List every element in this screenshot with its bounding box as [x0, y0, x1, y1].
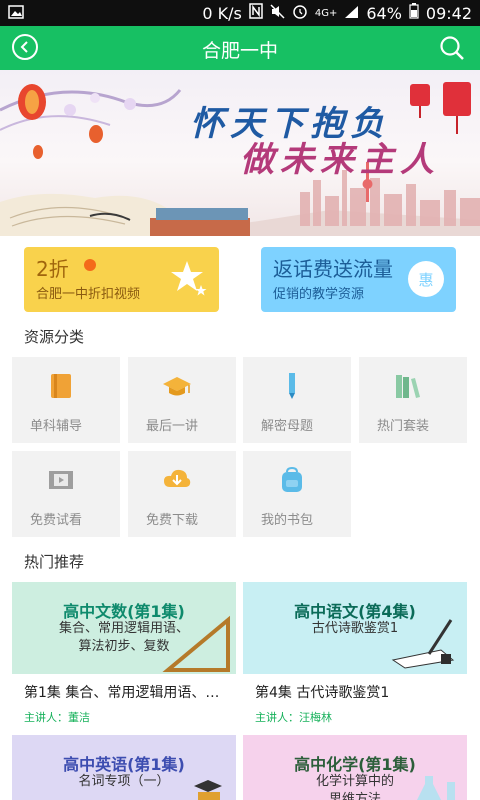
category-my-bag[interactable]: 我的书包	[243, 451, 351, 537]
battery-icon	[409, 3, 419, 23]
promo-traffic-subtitle: 促销的教学资源	[273, 287, 365, 302]
banner-slogan-line2: 做未来主人	[240, 140, 440, 180]
hot-heading: 热门推荐	[24, 553, 85, 571]
category-last-lecture[interactable]: 最后一讲	[128, 357, 236, 443]
signal-icon	[344, 4, 359, 23]
course-thumbnail-math[interactable]: 高中文数(第1集) 集合、常用逻辑用语、 算法初步、复数	[12, 582, 236, 674]
promo-traffic-card[interactable]: 返话费送流量 促销的教学资源 惠	[261, 247, 456, 312]
category-label: 我的书包	[261, 513, 314, 528]
promo-traffic-title: 返话费送流量	[273, 257, 393, 281]
category-free-download[interactable]: 免费下载	[128, 451, 236, 537]
status-bar: 0 K/s 4G+ 64% 09:42	[0, 0, 480, 26]
film-icon	[49, 471, 73, 489]
category-label: 免费试看	[30, 513, 83, 528]
category-decode-problems[interactable]: 解密母题	[243, 357, 351, 443]
nfc-icon	[249, 3, 263, 23]
category-hot-bundles[interactable]: 热门套装	[359, 357, 467, 443]
alarm-icon	[292, 3, 308, 23]
cloud-download-icon	[164, 469, 191, 487]
quill-icon	[391, 619, 455, 669]
banner[interactable]: 怀天下抱负 做未来主人	[0, 70, 480, 236]
category-label: 单科辅导	[30, 419, 83, 434]
network-type: 4G+	[314, 7, 338, 19]
dot-icon	[84, 259, 96, 271]
category-single-subject[interactable]: 单科辅导	[12, 357, 120, 443]
category-label: 热门套装	[377, 419, 430, 434]
promo-discount-title: 2折	[36, 257, 69, 281]
app-bar: 合肥一中	[0, 26, 480, 70]
books-icon	[396, 375, 420, 398]
graduation-cap-icon	[163, 377, 191, 396]
course-thumbnail-english[interactable]: 高中英语(第1集) 名词专项（一）	[12, 735, 236, 800]
discount-badge-icon: 惠	[408, 261, 444, 297]
books-icon	[194, 780, 222, 800]
category-free-preview[interactable]: 免费试看	[12, 451, 120, 537]
category-label: 解密母题	[261, 419, 314, 434]
course-thumbnail-chemistry[interactable]: 高中化学(第1集) 化学计算中的 思维方法	[243, 735, 467, 800]
net-speed: 0 K/s	[202, 3, 242, 23]
search-icon	[440, 36, 464, 60]
page-title: 合肥一中	[201, 40, 278, 62]
course-title[interactable]: 第1集 集合、常用逻辑用语、…	[24, 682, 248, 702]
clock: 09:42	[425, 3, 472, 23]
category-label: 免费下载	[146, 513, 199, 528]
search-button[interactable]	[438, 34, 466, 62]
category-label: 最后一讲	[146, 419, 199, 434]
categories-heading: 资源分类	[24, 328, 85, 346]
promo-discount-subtitle: 合肥一中折扣视频	[36, 287, 141, 302]
battery-percent: 64%	[366, 3, 402, 23]
ruler-icon	[162, 615, 230, 672]
pencil-icon	[289, 373, 295, 399]
promo-discount-card[interactable]: 2折 合肥一中折扣视频	[24, 247, 219, 312]
star-icon	[171, 261, 207, 296]
image-icon	[8, 4, 24, 23]
mute-icon	[270, 3, 285, 23]
course-lecturer: 主讲人：汪梅林	[255, 711, 332, 724]
flask-icon	[417, 776, 455, 800]
course-lecturer: 主讲人：董洁	[24, 711, 90, 724]
course-title[interactable]: 第4集 古代诗歌鉴赏1	[255, 682, 479, 702]
course-thumbnail-chinese[interactable]: 高中语文(第4集) 古代诗歌鉴赏1	[243, 582, 467, 674]
book-icon	[51, 374, 71, 398]
backpack-icon	[282, 466, 302, 492]
